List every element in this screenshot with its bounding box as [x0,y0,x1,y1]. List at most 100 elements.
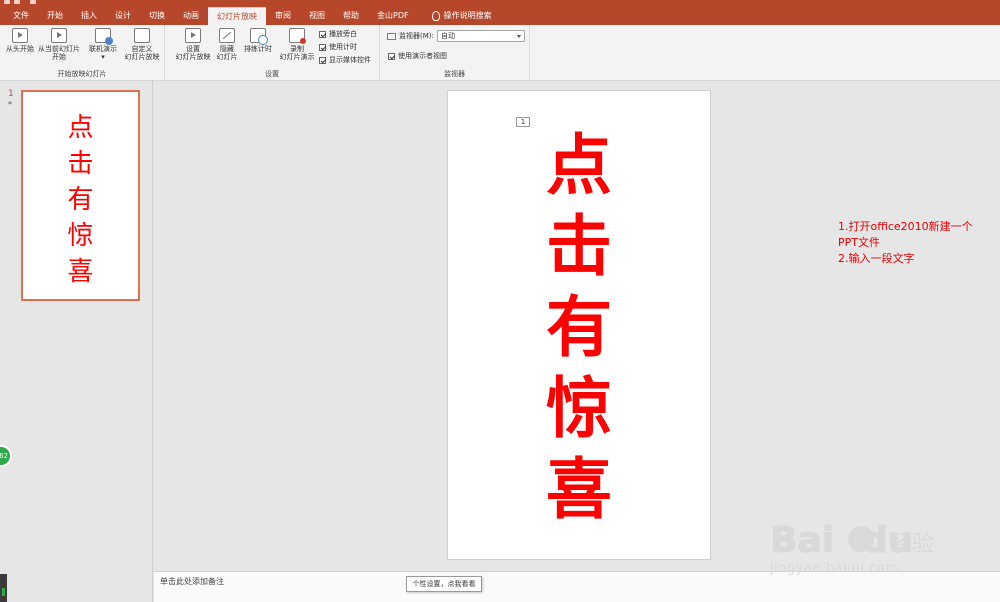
tab-help[interactable]: 帮助 [334,6,368,25]
checkbox-checked-icon [319,30,326,38]
from-beginning-label: 从头开始 [6,45,34,53]
slide-char[interactable]: 喜 [546,449,612,530]
custom-slideshow-icon [134,28,150,43]
slide-char[interactable]: 惊 [546,368,612,449]
setup-label-1: 设置 [186,45,200,53]
slide-thumbnail-pane: 1 * 点 击 有 惊 喜 [0,81,153,602]
group-label-start: 开始放映幻灯片 [57,70,107,78]
tab-insert[interactable]: 插入 [72,6,106,25]
group-label-setup: 设置 [265,70,279,78]
play-narrations-label: 播放旁白 [329,30,357,38]
redo-icon[interactable] [30,0,36,4]
current-slide[interactable]: 1 点 击 有 惊 喜 [447,90,711,560]
monitor-select[interactable]: 自动 [437,30,525,42]
hide-label-2: 幻灯片 [216,53,238,61]
use-timings-label: 使用计时 [329,43,357,51]
from-current-button[interactable]: 从当前幻灯片 开始 [37,28,81,61]
custom-label-2: 幻灯片放映 [124,53,160,61]
watermark-url: jingyan.baidu.com [770,561,899,576]
rehearse-label: 排练计时 [244,45,272,53]
slide-transition-marker: * [8,100,12,109]
tab-review[interactable]: 审阅 [266,6,300,25]
clock-icon [250,28,268,45]
thumb-char: 点 [67,113,94,143]
from-current-label-1: 从当前幻灯片 [38,45,80,53]
tab-kingsoft-pdf[interactable]: 金山PDF [368,6,418,25]
tab-transitions[interactable]: 切换 [140,6,174,25]
monitor-label: 监视器(M): [399,32,434,40]
instruction-annotation: 1.打开office2010新建一个 PPT文件 2.输入一段文字 [838,219,998,267]
checkbox-checked-icon [319,56,326,64]
setup-show-icon [185,28,201,43]
undo-icon[interactable] [14,0,20,4]
show-media-controls-checkbox[interactable]: 显示媒体控件 [319,55,371,65]
slide-char[interactable]: 有 [546,287,612,368]
group-start-slideshow: 从头开始 从当前幻灯片 开始 联机演示 ▾ 自定义 幻灯片放映 开始放映幻灯片 [0,25,165,81]
monitor-select-value: 自动 [441,32,455,40]
chevron-down-icon: ▾ [101,53,105,61]
from-beginning-button[interactable]: 从头开始 [4,28,36,53]
group-monitors: 监视器(M): 自动 使用演示者视图 监视器 [380,25,530,81]
annotation-line: PPT文件 [838,236,880,249]
custom-slideshow-button[interactable]: 自定义 幻灯片放映 [120,28,164,61]
thumb-char: 惊 [67,221,94,251]
tab-animations[interactable]: 动画 [174,6,208,25]
tab-design[interactable]: 设计 [106,6,140,25]
annotation-line: 2.输入一段文字 [838,252,915,265]
record-slideshow-button[interactable]: 录制 幻灯片演示 [275,28,319,61]
monitor-row: 监视器(M): [387,31,434,41]
ribbon: 从头开始 从当前幻灯片 开始 联机演示 ▾ 自定义 幻灯片放映 开始放映幻灯片 … [0,25,1000,81]
tell-me-label: 操作说明搜索 [443,11,492,20]
slide-number-placeholder: 1 [516,117,530,127]
checkbox-checked-icon [388,52,395,60]
annotation-line: 1.打开office2010新建一个 [838,220,973,233]
group-setup: 设置 幻灯片放映 隐藏 幻灯片 排练计时 录制 幻灯片演示 播放旁白 使用计时 … [165,25,380,81]
group-label-monitors: 监视器 [444,70,465,78]
thumb-char: 有 [67,185,94,215]
slide-thumbnail-1[interactable]: 点 击 有 惊 喜 [21,90,140,301]
save-icon[interactable] [4,0,10,4]
presenter-view-checkbox[interactable]: 使用演示者视图 [388,51,447,61]
monitor-icon [387,32,396,40]
slide-number: 1 [8,89,14,99]
projector-icon [51,28,67,43]
setup-show-button[interactable]: 设置 幻灯片放映 [173,28,213,61]
use-timings-checkbox[interactable]: 使用计时 [319,42,357,52]
tab-view[interactable]: 视图 [300,6,334,25]
tab-home[interactable]: 开始 [38,6,72,25]
thumb-char: 击 [67,149,94,179]
tell-me-search[interactable]: 操作说明搜索 [418,6,501,25]
baidu-watermark: Bai du 经验 jingyan.baidu.com [770,520,970,580]
online-present-icon [95,28,113,45]
play-narrations-checkbox[interactable]: 播放旁白 [319,29,357,39]
slide-char[interactable]: 击 [546,206,612,287]
rehearse-timings-button[interactable]: 排练计时 [241,28,275,53]
tab-slideshow[interactable]: 幻灯片放映 [208,7,266,25]
online-present-button[interactable]: 联机演示 ▾ [86,28,120,61]
online-present-label: 联机演示 [89,45,117,53]
custom-label-1: 自定义 [131,45,153,53]
hide-label-1: 隐藏 [220,45,234,53]
setup-label-2: 幻灯片放映 [175,53,211,61]
record-label-2: 幻灯片演示 [279,53,315,61]
slide-char[interactable]: 点 [546,125,612,206]
paw-icon [848,526,874,552]
presenter-view-label: 使用演示者视图 [398,52,447,60]
watermark-brand-bai: Bai [770,520,835,561]
side-tool-handle[interactable] [0,574,7,602]
personalize-tooltip[interactable]: 个性设置，点我看看 [406,576,482,592]
watermark-cn: 经验 [890,532,935,557]
ribbon-tabs: 文件 开始 插入 设计 切换 动画 幻灯片放映 审阅 视图 帮助 金山PDF 操… [0,6,1000,25]
hide-slide-button[interactable]: 隐藏 幻灯片 [213,28,241,61]
thumb-char: 喜 [67,257,94,287]
show-media-label: 显示媒体控件 [329,56,371,64]
record-icon [289,28,306,44]
checkbox-checked-icon [319,43,326,51]
lightbulb-icon [431,10,440,21]
tab-file[interactable]: 文件 [4,6,38,25]
chevron-down-icon [517,35,521,38]
notes-placeholder[interactable]: 单击此处添加备注 [160,576,224,587]
record-label-1: 录制 [290,45,304,53]
slide-editor: 1 点 击 有 惊 喜 [154,81,1000,571]
hide-slide-icon [219,28,235,43]
